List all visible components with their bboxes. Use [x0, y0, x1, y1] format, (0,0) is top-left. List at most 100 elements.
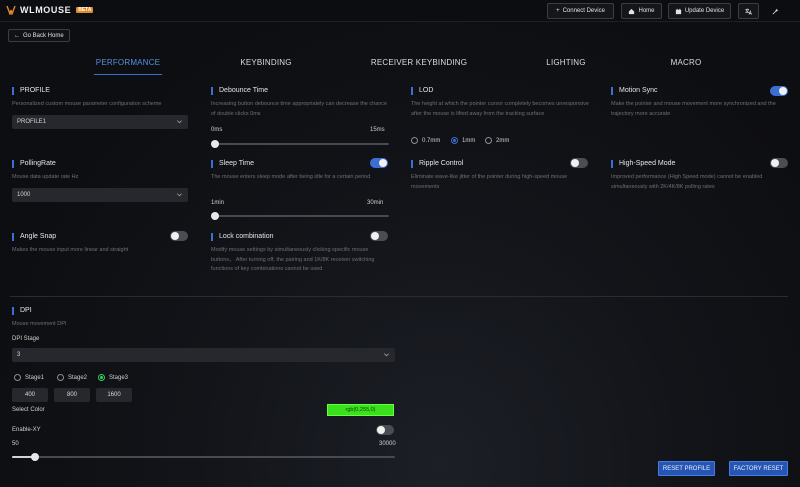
- factory-reset-button[interactable]: FACTORY RESET: [729, 461, 788, 476]
- angle-snap-desc: Makes the mouse input more linear and st…: [12, 247, 129, 253]
- lod-option-2mm[interactable]: 2mm: [485, 137, 509, 144]
- lod-option-0-7mm[interactable]: 0.7mm: [411, 137, 440, 144]
- dpi-slider-thumb[interactable]: [30, 453, 39, 461]
- chevron-down-icon: [384, 353, 389, 357]
- debounce-min-label: 0ms: [211, 127, 223, 133]
- profile-select[interactable]: PROFILE1: [12, 115, 188, 129]
- motion-sync-desc: Make the pointer and mouse movement more…: [611, 101, 776, 117]
- radio-selected-icon: [451, 137, 458, 144]
- dpi-stage1-radio[interactable]: Stage1: [14, 374, 44, 381]
- lock-combination-toggle[interactable]: [370, 231, 388, 241]
- dpi-slider-max-label: 30000: [379, 441, 396, 447]
- color-picker-swatch[interactable]: rgb(0,255,0): [327, 404, 394, 416]
- arrow-left-icon: ←: [14, 32, 20, 39]
- radio-icon: [14, 374, 21, 381]
- sleep-slider-thumb[interactable]: [211, 212, 219, 220]
- high-speed-toggle[interactable]: [770, 158, 788, 168]
- toggle-knob: [571, 159, 579, 167]
- radio-icon: [411, 137, 418, 144]
- home-label: Home: [638, 8, 655, 14]
- profile-title: PROFILE: [12, 87, 50, 95]
- motion-sync-title: Motion Sync: [611, 87, 658, 95]
- dpi-desc: Mouse movement DPI: [12, 321, 67, 327]
- angle-snap-toggle[interactable]: [170, 231, 188, 241]
- tab-performance[interactable]: PERFORMANCE: [96, 58, 160, 67]
- connect-device-label: Connect Device: [562, 8, 605, 14]
- home-button[interactable]: Home: [621, 3, 662, 19]
- polling-rate-value: 1000: [17, 192, 31, 198]
- debounce-title: Debounce Time: [211, 87, 268, 95]
- debounce-max-label: 15ms: [370, 127, 385, 133]
- update-device-button[interactable]: Update Device: [668, 3, 731, 19]
- profile-desc: Personalized custom mouse parameter conf…: [12, 101, 162, 107]
- motion-sync-toggle[interactable]: [770, 86, 788, 96]
- toggle-knob: [377, 426, 385, 434]
- lod-desc: The height at which the pointer cursor c…: [411, 101, 589, 117]
- lod-title: LOD: [411, 87, 433, 95]
- polling-rate-select[interactable]: 1000: [12, 188, 188, 202]
- polling-rate-desc: Mouse data update rate Hz: [12, 174, 79, 180]
- dpi-slider[interactable]: [12, 453, 395, 461]
- stage-label: Stage1: [25, 374, 45, 381]
- app-window: WLMOUSE BETA + Connect Device Home Updat…: [0, 0, 800, 487]
- toggle-knob: [371, 232, 379, 240]
- tab-receiver-keybinding[interactable]: RECEIVER KEYBINDING: [371, 58, 467, 67]
- sleep-time-desc: The mouse enters sleep mode after being …: [211, 174, 371, 180]
- dpi-title: DPI: [12, 307, 32, 315]
- tab-keybinding[interactable]: KEYBINDING: [240, 58, 291, 67]
- lod-option-label: 1mm: [462, 137, 476, 144]
- lod-option-label: 2mm: [496, 137, 510, 144]
- translate-button[interactable]: [738, 3, 759, 19]
- ripple-control-title: Ripple Control: [411, 160, 463, 168]
- profile-select-value: PROFILE1: [17, 119, 47, 125]
- stage2-dpi-value[interactable]: 800: [54, 388, 90, 402]
- theme-button[interactable]: [765, 3, 786, 19]
- select-color-label: Select Color: [12, 407, 45, 413]
- tab-macro[interactable]: MACRO: [671, 58, 702, 67]
- tab-lighting[interactable]: LIGHTING: [546, 58, 585, 67]
- high-speed-title: High-Speed Mode: [611, 160, 675, 168]
- update-icon: [675, 8, 681, 14]
- stage-label: Stage3: [109, 374, 129, 381]
- logo: WLMOUSE BETA: [6, 5, 94, 15]
- translate-icon: [745, 7, 752, 15]
- wand-icon: [772, 7, 779, 14]
- sleep-max-label: 30min: [367, 200, 384, 206]
- radio-icon: [485, 137, 492, 144]
- chevron-down-icon: [177, 193, 182, 197]
- angle-snap-title: Angle Snap: [12, 233, 56, 241]
- logo-badge: BETA: [76, 7, 94, 13]
- logo-icon: [6, 5, 16, 15]
- update-device-label: Update Device: [684, 8, 725, 14]
- enable-xy-label: Enable-XY: [12, 427, 41, 433]
- home-icon: [629, 8, 635, 14]
- dpi-stage3-radio[interactable]: Stage3: [98, 374, 128, 381]
- ripple-control-toggle[interactable]: [570, 158, 588, 168]
- sleep-time-slider[interactable]: [211, 212, 389, 220]
- toggle-knob: [171, 232, 179, 240]
- radio-icon: [57, 374, 64, 381]
- connect-device-button[interactable]: + Connect Device: [547, 3, 614, 19]
- dpi-stage2-radio[interactable]: Stage2: [57, 374, 87, 381]
- dpi-stage-value: 3: [17, 352, 21, 358]
- ripple-control-desc: Eliminate wave-like jitter of the pointe…: [411, 174, 568, 190]
- sleep-time-toggle[interactable]: [370, 158, 388, 168]
- stage3-dpi-value[interactable]: 1600: [96, 388, 132, 402]
- debounce-slider-thumb[interactable]: [211, 140, 219, 148]
- dpi-stage-select[interactable]: 3: [12, 348, 395, 362]
- go-back-home-button[interactable]: ← Go Back Home: [8, 29, 70, 42]
- debounce-desc: Increasing button debounce time appropri…: [211, 101, 388, 117]
- high-speed-desc: Improved performance (High Speed mode) c…: [611, 174, 763, 190]
- go-back-label: Go Back Home: [23, 32, 64, 39]
- reset-profile-button[interactable]: RESET PROFILE: [658, 461, 715, 476]
- dpi-stage-label: DPI Stage: [12, 336, 40, 342]
- lod-option-1mm[interactable]: 1mm: [451, 137, 475, 144]
- sleep-time-title: Sleep Time: [211, 160, 254, 168]
- enable-xy-toggle[interactable]: [376, 425, 394, 435]
- toggle-knob: [771, 159, 779, 167]
- toggle-knob: [379, 159, 387, 167]
- dpi-slider-min-label: 50: [12, 441, 19, 447]
- toggle-knob: [779, 87, 787, 95]
- stage1-dpi-value[interactable]: 400: [12, 388, 48, 402]
- debounce-slider[interactable]: [211, 140, 389, 148]
